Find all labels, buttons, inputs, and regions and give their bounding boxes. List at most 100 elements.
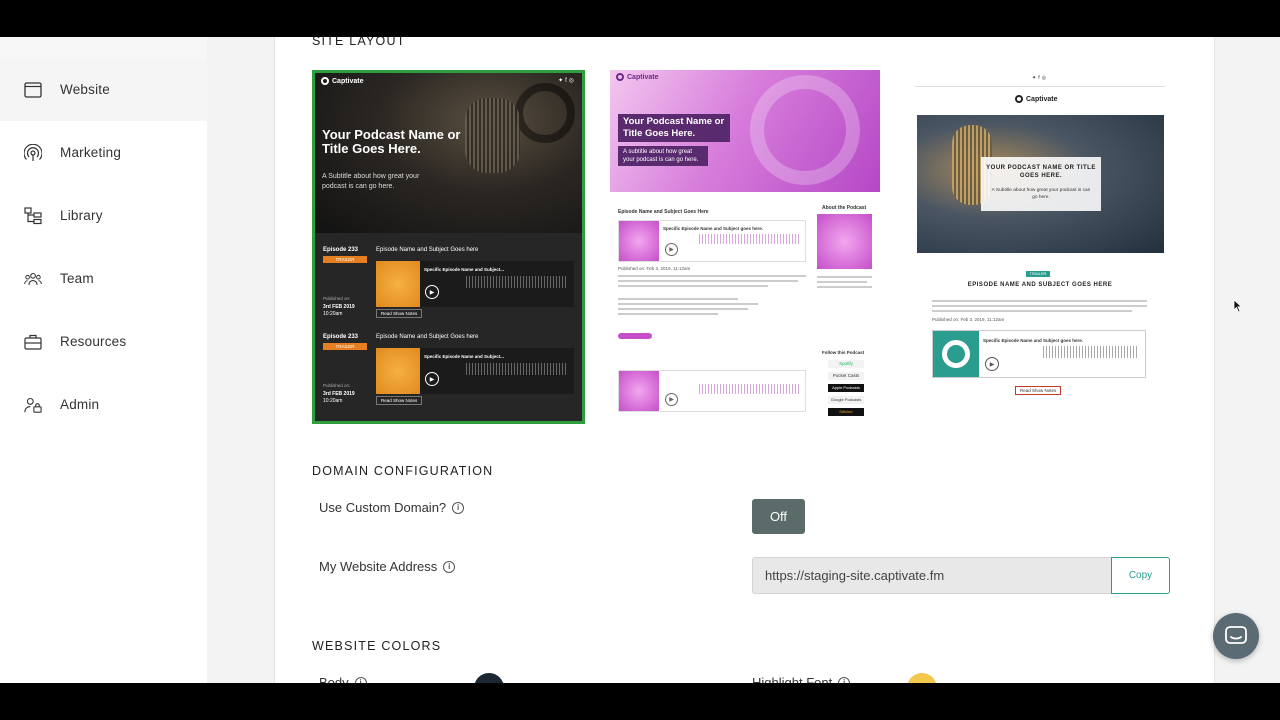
text-line — [817, 286, 872, 288]
admin-lock-icon — [24, 396, 42, 414]
site-layout-title: SITE LAYOUT — [312, 37, 406, 48]
hero-subtitle: A Subtitle about how great your podcast … — [991, 188, 1091, 200]
episode-title: EPISODE NAME AND SUBJECT GOES HERE — [967, 282, 1113, 288]
social-icons: ✦f◎ — [558, 78, 576, 84]
main-content: SITE LAYOUT Captivate ✦f◎ Your Podcast N… — [275, 37, 1215, 683]
website-address-row: My Website Address i — [319, 559, 456, 574]
sidebar-item-admin[interactable]: Admin — [0, 373, 207, 436]
episode-artwork — [933, 331, 979, 377]
hero-subtitle: A Subtitle about how great your podcast … — [322, 173, 420, 190]
episode-date: 3rd FEB 2019 — [323, 304, 355, 310]
sidebar-top-strip — [0, 37, 207, 58]
website-address-label: My Website Address — [319, 559, 438, 574]
follow-title: Follow this Podcast — [822, 350, 865, 355]
waveform — [466, 276, 566, 288]
episode-number: Episode 233 — [323, 247, 359, 253]
sidebar-item-library[interactable]: Library — [0, 184, 207, 247]
waveform — [699, 234, 799, 244]
read-more-pill — [618, 333, 652, 339]
text-line — [932, 300, 1147, 302]
hero-title: Your Podcast Name or Title Goes Here. — [618, 114, 730, 142]
brand-logo: Captivate — [616, 73, 659, 81]
custom-domain-toggle[interactable]: Off — [752, 499, 805, 534]
episode-artwork — [619, 221, 659, 261]
highlight-color-label: Highlight Font — [752, 675, 833, 683]
text-line — [932, 305, 1147, 307]
player-title: Specific Episode Name and Subject... — [424, 354, 505, 359]
episodes-area: Episode 233 TRAILER Episode Name and Sub… — [315, 233, 582, 421]
sidebar-item-label: Admin — [60, 397, 100, 412]
body-color-label: Body — [319, 675, 349, 683]
hero-subtitle: A subtitle about how great your podcast … — [618, 146, 708, 166]
sidebar-item-team[interactable]: Team — [0, 247, 207, 310]
microphone-image — [465, 98, 520, 173]
text-line — [618, 308, 748, 310]
sidebar-item-label: Resources — [60, 334, 127, 349]
brand-name: Captivate — [627, 73, 659, 81]
audio-player: Specific Episode Name and Subject... ▶ — [376, 348, 574, 394]
apple-podcasts-badge: Apple Podcasts — [828, 384, 864, 392]
browser-window-icon — [24, 81, 42, 99]
layout-option-pink[interactable]: Captivate Your Podcast Name or Title Goe… — [610, 70, 880, 424]
episode-title: Episode Name and Subject Goes here — [376, 334, 479, 340]
episode-title: Episode Name and Subject Goes here — [376, 247, 479, 253]
text-line — [817, 281, 867, 283]
captivate-logo-icon — [321, 77, 329, 85]
captivate-logo-icon — [616, 73, 624, 81]
text-line — [618, 285, 768, 287]
highlight-color-swatch[interactable] — [907, 673, 937, 683]
sidebar-item-label: Team — [60, 271, 94, 286]
read-show-notes: Read Show Notes — [376, 309, 423, 318]
read-show-notes: Read Show Notes — [376, 396, 423, 405]
layout-option-light[interactable]: ✦f◎ Captivate YOUR PODCAST NAME OR TITLE… — [915, 70, 1165, 424]
play-icon: ▶ — [425, 285, 439, 299]
sidebar-item-resources[interactable]: Resources — [0, 310, 207, 373]
library-tree-icon — [24, 206, 42, 225]
text-line — [618, 275, 806, 277]
right-gutter — [1215, 37, 1280, 683]
sidebar-item-marketing[interactable]: Marketing — [0, 121, 207, 184]
divider — [915, 86, 1165, 87]
info-icon[interactable]: i — [838, 676, 851, 683]
audio-player: Specific Episode Name and Subject goes h… — [932, 330, 1146, 378]
highlight-color-row: Highlight Font i — [752, 675, 851, 683]
social-icons: ✦f◎ — [1032, 75, 1048, 81]
custom-domain-row: Use Custom Domain? i — [319, 500, 465, 515]
waveform — [1043, 346, 1138, 358]
episode-title: Episode Name and Subject Goes Here — [618, 209, 709, 215]
trailer-tag: TRAILER — [323, 256, 367, 263]
chat-launcher-button[interactable] — [1213, 613, 1259, 659]
info-icon[interactable]: i — [443, 560, 456, 573]
google-podcasts-badge: Google Podcasts — [828, 396, 864, 404]
episode-date: 3rd FEB 2019 — [323, 391, 355, 397]
episode-artwork — [619, 371, 659, 411]
hero-card: YOUR PODCAST NAME OR TITLE GOES HERE. A … — [981, 157, 1101, 211]
sidebar-item-label: Library — [60, 208, 103, 223]
published-text: Published on: Feb 3, 2019, 11:12am — [618, 266, 691, 271]
stitcher-badge: Stitcher — [828, 408, 864, 416]
mouse-cursor-icon — [1233, 299, 1243, 313]
text-line — [618, 313, 718, 315]
website-colors-title: WEBSITE COLORS — [312, 639, 442, 653]
hero-title: YOUR PODCAST NAME OR TITLE GOES HERE. — [986, 165, 1096, 179]
audio-player: ▶ — [618, 370, 806, 412]
domain-config-title: DOMAIN CONFIGURATION — [312, 464, 494, 478]
brand-name: Captivate — [1026, 95, 1058, 103]
text-line — [817, 276, 872, 278]
sidebar-item-label: Marketing — [60, 145, 122, 160]
sidebar: Website Marketing Library Team Resources — [0, 37, 207, 683]
copy-button[interactable]: Copy — [1111, 557, 1170, 594]
published-label: Published on: — [323, 296, 351, 301]
sidebar-item-label: Website — [60, 82, 110, 97]
info-icon[interactable]: i — [452, 501, 465, 514]
sidebar-item-website[interactable]: Website — [0, 58, 207, 121]
about-title: About the Podcast — [822, 205, 867, 211]
radio-waves-icon — [24, 143, 42, 162]
brand-logo: Captivate — [1015, 95, 1058, 103]
play-icon: ▶ — [665, 393, 678, 406]
info-icon[interactable]: i — [354, 676, 367, 683]
layout-option-dark[interactable]: Captivate ✦f◎ Your Podcast Name or Title… — [312, 70, 585, 424]
body-color-swatch[interactable] — [474, 673, 504, 683]
audio-player: Specific Episode Name and Subject... ▶ — [376, 261, 574, 307]
website-address-field[interactable]: https://staging-site.captivate.fm — [752, 557, 1112, 594]
